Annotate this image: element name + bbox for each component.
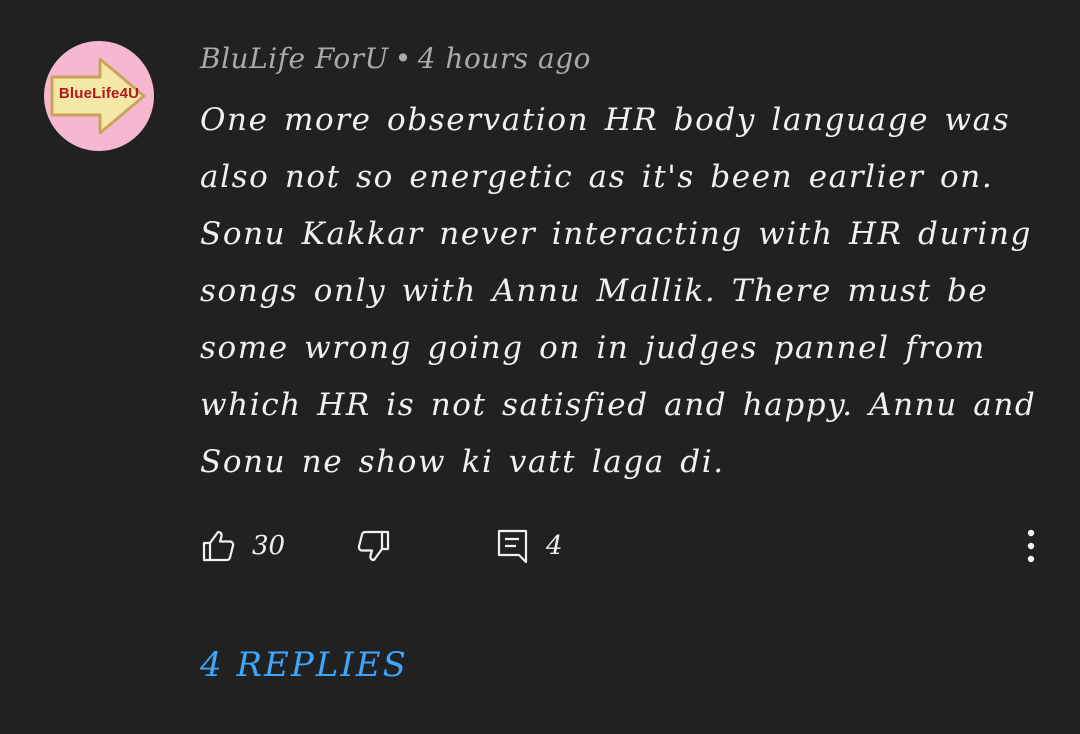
reply-icon	[497, 529, 528, 564]
reply-count: 4	[546, 531, 563, 561]
comment-meta: BluLife ForU • 4 hours ago	[200, 42, 591, 75]
thumbs-down-icon	[357, 530, 390, 562]
more-vertical-icon	[1027, 529, 1035, 563]
more-options-button[interactable]	[1018, 528, 1044, 564]
dislike-button[interactable]	[356, 528, 392, 564]
comment-screen: BlueLife4U BluLife ForU • 4 hours ago One …	[0, 0, 1080, 734]
timestamp: 4 hours ago	[417, 42, 591, 75]
avatar[interactable]: BlueLife4U	[44, 41, 154, 151]
avatar-logo-text: BlueLife4U	[58, 85, 140, 102]
reply-button[interactable]: 4	[496, 528, 563, 564]
author-name[interactable]: BluLife ForU	[200, 42, 389, 75]
like-count: 30	[252, 531, 286, 561]
comment-body: One more observation HR body language wa…	[200, 102, 1037, 480]
like-button[interactable]: 30	[200, 528, 285, 564]
view-replies-link[interactable]: 4 REPLIES	[200, 645, 408, 685]
thumbs-up-icon	[202, 530, 235, 562]
meta-separator: •	[394, 42, 412, 75]
